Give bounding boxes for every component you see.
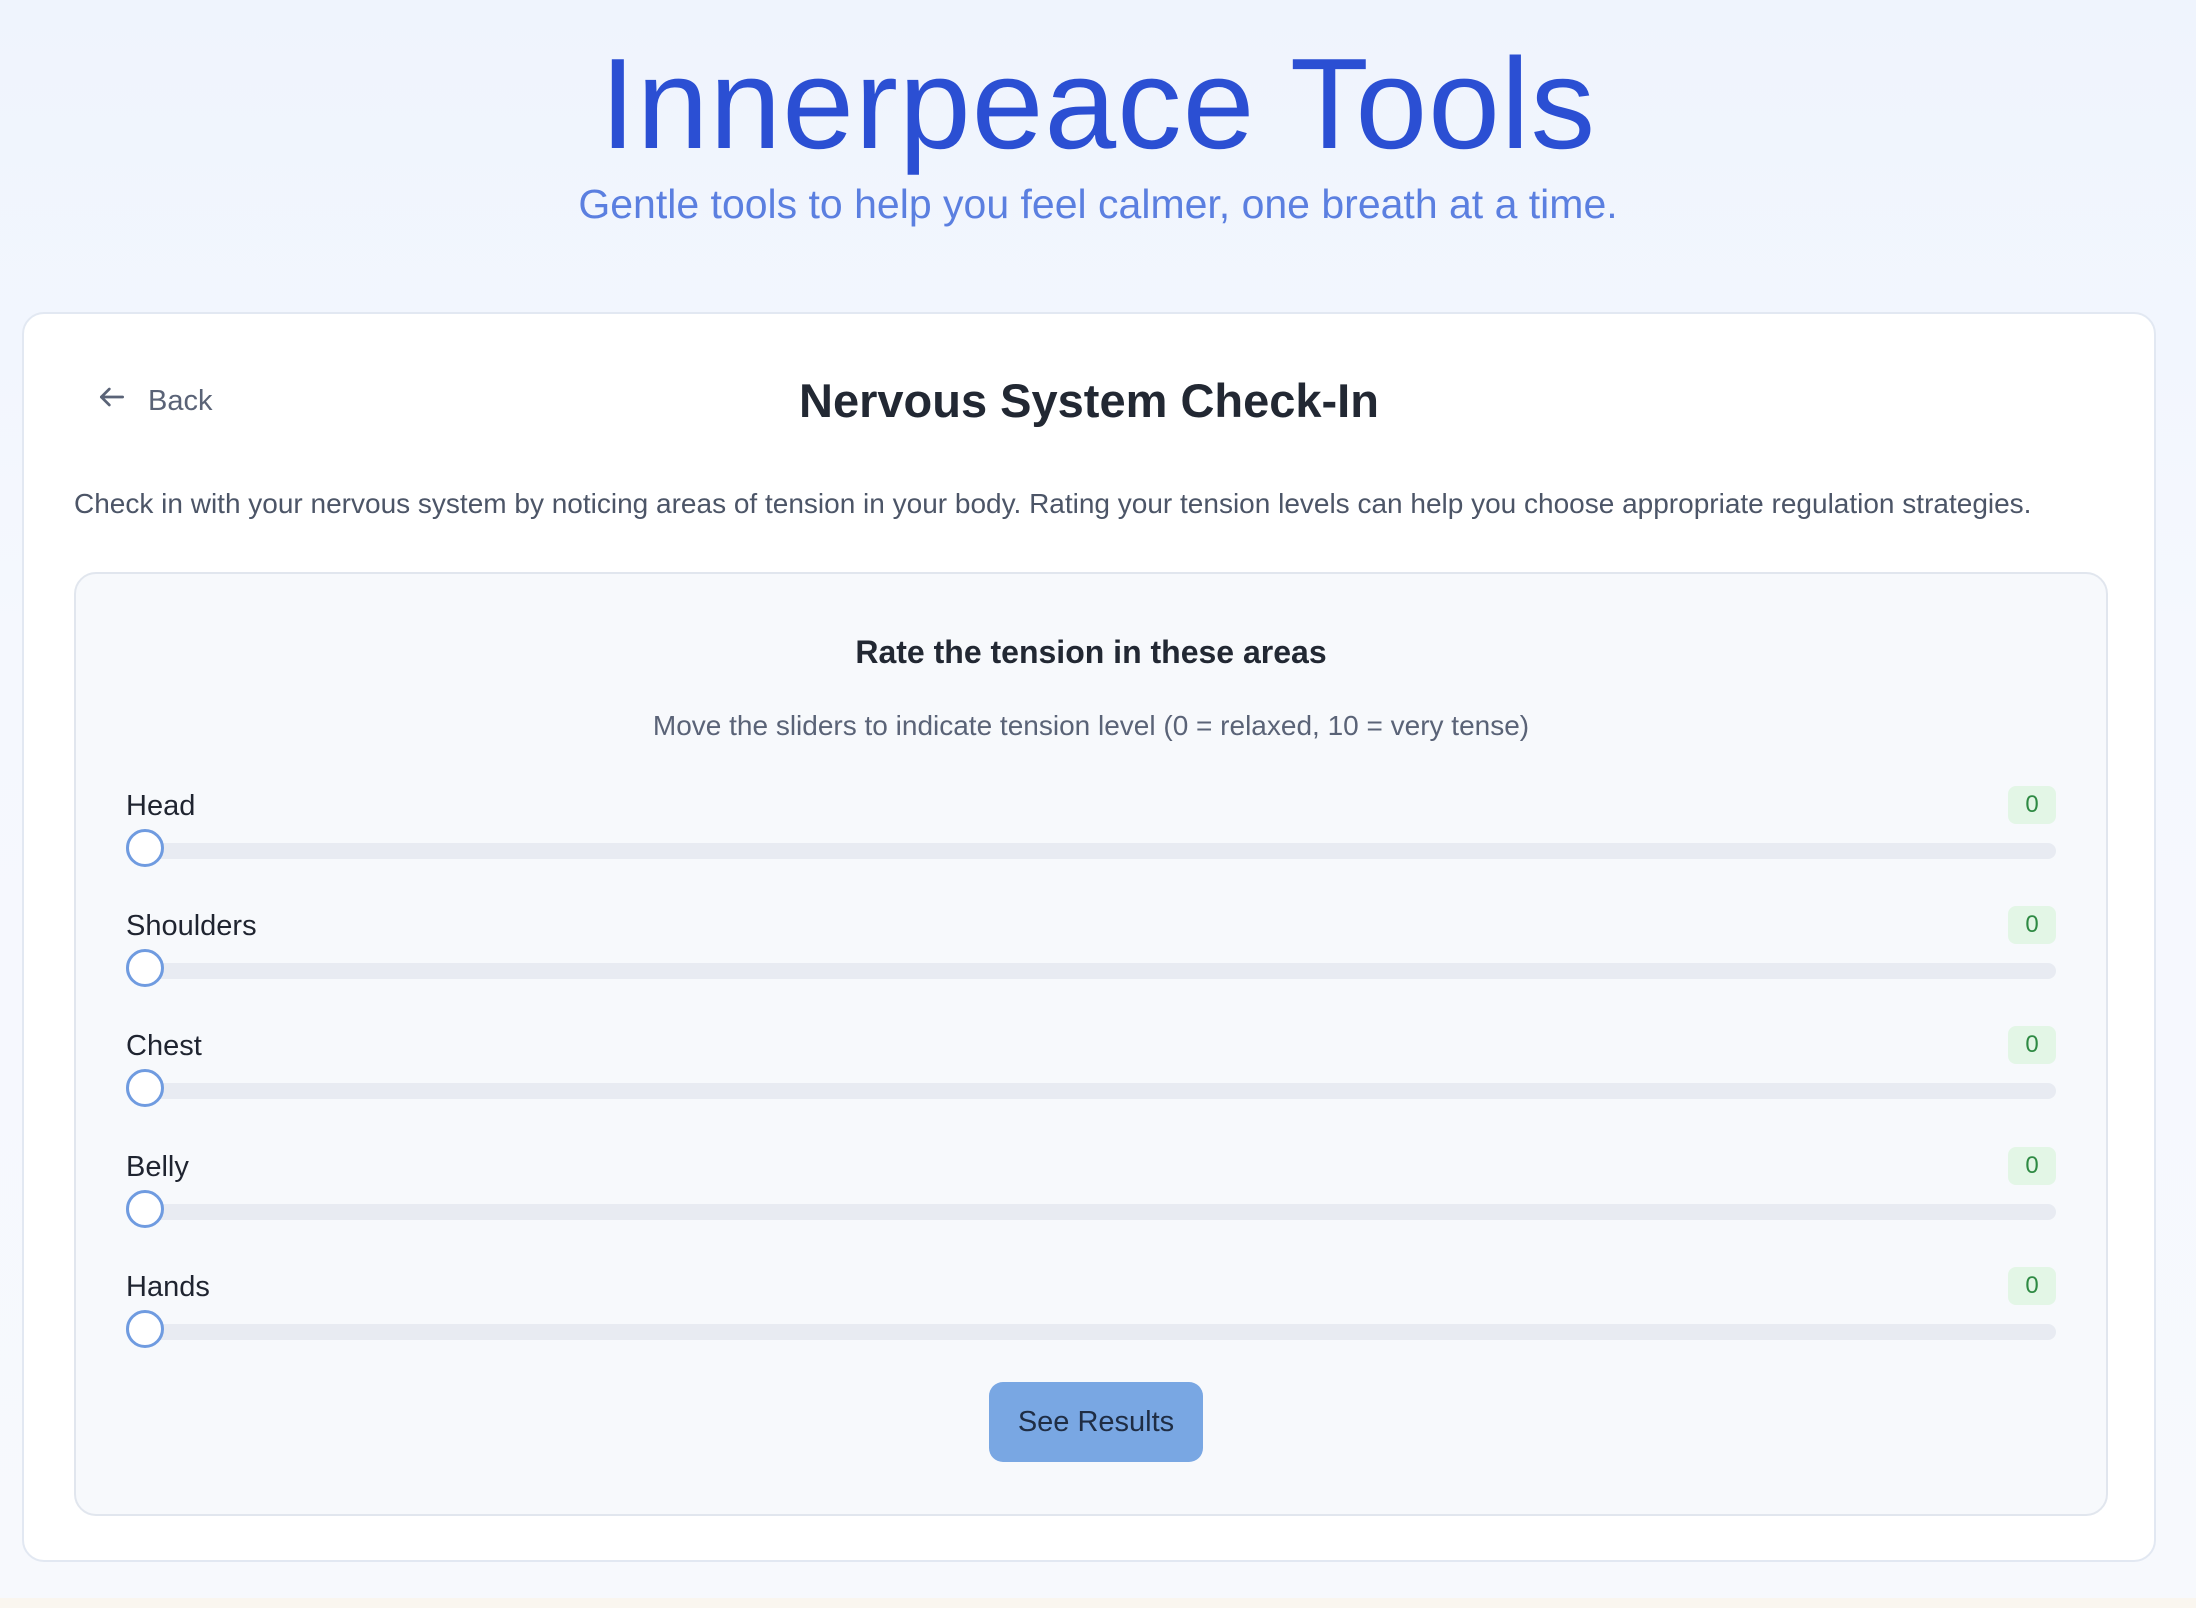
slider-label: Head <box>126 790 196 822</box>
slider-thumb[interactable] <box>126 1190 164 1228</box>
slider-value-badge: 0 <box>2008 786 2056 824</box>
page-title: Nervous System Check-In <box>799 374 1379 427</box>
checkin-card: Back Nervous System Check-In Check in wi… <box>22 312 2156 1562</box>
slider-label: Shoulders <box>126 910 257 942</box>
app-title: Innerpeace Tools <box>599 32 1597 176</box>
intro-text: Check in with your nervous system by not… <box>74 488 2032 519</box>
panel-title: Rate the tension in these areas <box>855 634 1327 670</box>
slider-label: Belly <box>126 1151 189 1183</box>
slider-thumb[interactable] <box>126 829 164 867</box>
slider-row-head: Head 0 <box>126 786 2056 878</box>
slider-thumb[interactable] <box>126 949 164 987</box>
see-results-button[interactable]: See Results <box>989 1382 1203 1462</box>
panel-hint: Move the sliders to indicate tension lev… <box>652 710 1530 741</box>
slider-row-chest: Chest 0 <box>126 1026 2056 1118</box>
slider-track[interactable] <box>126 1190 2056 1228</box>
slider-track[interactable] <box>126 1310 2056 1348</box>
app-subtitle: Gentle tools to help you feel calmer, on… <box>578 181 1618 227</box>
slider-row-hands: Hands 0 <box>126 1267 2056 1359</box>
slider-track[interactable] <box>126 829 2056 867</box>
page-footer-strip <box>0 1598 2196 1608</box>
slider-track[interactable] <box>126 949 2056 987</box>
slider-thumb[interactable] <box>126 1069 164 1107</box>
slider-label: Hands <box>126 1271 210 1303</box>
slider-value-badge: 0 <box>2008 1026 2056 1064</box>
slider-value-badge: 0 <box>2008 906 2056 944</box>
slider-thumb[interactable] <box>126 1310 164 1348</box>
slider-row-shoulders: Shoulders 0 <box>126 906 2056 998</box>
tension-panel: Rate the tension in these areas Move the… <box>74 572 2108 1516</box>
slider-track[interactable] <box>126 1069 2056 1107</box>
slider-row-belly: Belly 0 <box>126 1147 2056 1239</box>
slider-value-badge: 0 <box>2008 1267 2056 1305</box>
slider-value-badge: 0 <box>2008 1147 2056 1185</box>
slider-label: Chest <box>126 1030 202 1062</box>
